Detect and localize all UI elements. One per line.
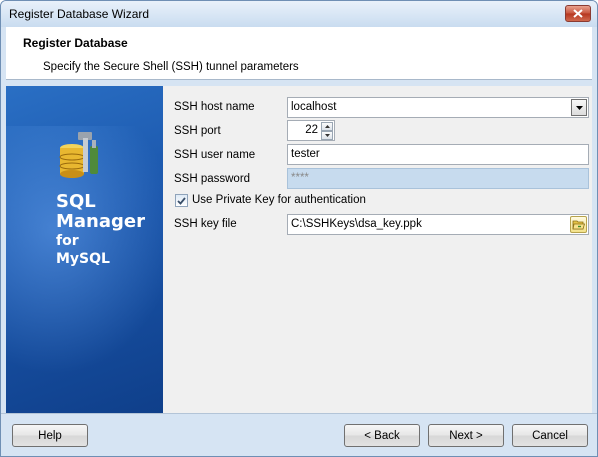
open-folder-icon (572, 220, 585, 230)
product-line-sql: SQL (56, 191, 96, 212)
ssh-user-value: tester (291, 148, 320, 160)
ssh-password-value: **** (291, 172, 309, 184)
cancel-button-label: Cancel (532, 429, 568, 442)
product-line-mysql: MySQL (56, 251, 110, 267)
ssh-host-label: SSH host name (174, 101, 255, 113)
ssh-key-file-input[interactable]: C:\SSHKeys\dsa_key.ppk (287, 214, 589, 235)
window-title: Register Database Wizard (9, 7, 150, 21)
check-icon (177, 196, 186, 205)
back-button-label: < Back (364, 429, 400, 442)
next-button-label: Next > (449, 429, 483, 442)
product-name: SQL Manager for MySQL (56, 192, 145, 268)
product-banner: SQL Manager for MySQL (6, 86, 163, 413)
title-bar[interactable]: Register Database Wizard (1, 1, 597, 27)
ssh-port-value: 22 (305, 124, 318, 136)
port-spin-up[interactable] (321, 122, 333, 131)
ssh-user-label: SSH user name (174, 149, 256, 161)
help-button-label: Help (38, 429, 62, 442)
close-icon (573, 9, 583, 18)
private-key-checkbox-label[interactable]: Use Private Key for authentication (192, 194, 366, 206)
help-button[interactable]: Help (12, 424, 88, 447)
ssh-key-file-label: SSH key file (174, 218, 237, 230)
browse-key-file-button[interactable] (570, 216, 587, 233)
footer-divider (1, 413, 597, 414)
wizard-header: Register Database Specify the Secure She… (6, 27, 592, 80)
page-title: Register Database (23, 36, 128, 50)
port-spin-down[interactable] (321, 131, 333, 140)
close-button[interactable] (565, 5, 591, 22)
ssh-host-select[interactable]: localhost (287, 97, 589, 118)
host-dropdown-button[interactable] (571, 99, 587, 116)
ssh-password-label: SSH password (174, 173, 251, 185)
ssh-port-label: SSH port (174, 125, 221, 137)
form-area: SSH host name localhost SSH port 22 SSH … (163, 86, 592, 413)
ssh-key-file-value: C:\SSHKeys\dsa_key.ppk (291, 218, 422, 230)
page-subtitle: Specify the Secure Shell (SSH) tunnel pa… (43, 61, 299, 73)
ssh-user-input[interactable]: tester (287, 144, 589, 165)
chevron-down-icon (575, 105, 583, 110)
ssh-port-stepper[interactable]: 22 (287, 120, 335, 141)
ssh-password-input[interactable]: **** (287, 168, 589, 189)
product-line-for: for (56, 233, 79, 249)
next-button[interactable]: Next > (428, 424, 504, 447)
ssh-host-value: localhost (291, 101, 337, 113)
spin-down-icon (324, 134, 330, 137)
private-key-checkbox[interactable] (175, 194, 188, 207)
cancel-button[interactable]: Cancel (512, 424, 588, 447)
database-tools-icon (59, 132, 98, 178)
spin-up-icon (324, 125, 330, 128)
wizard-window: Register Database Wizard Register Databa… (0, 0, 598, 457)
product-line-manager: Manager (56, 211, 145, 232)
back-button[interactable]: < Back (344, 424, 420, 447)
